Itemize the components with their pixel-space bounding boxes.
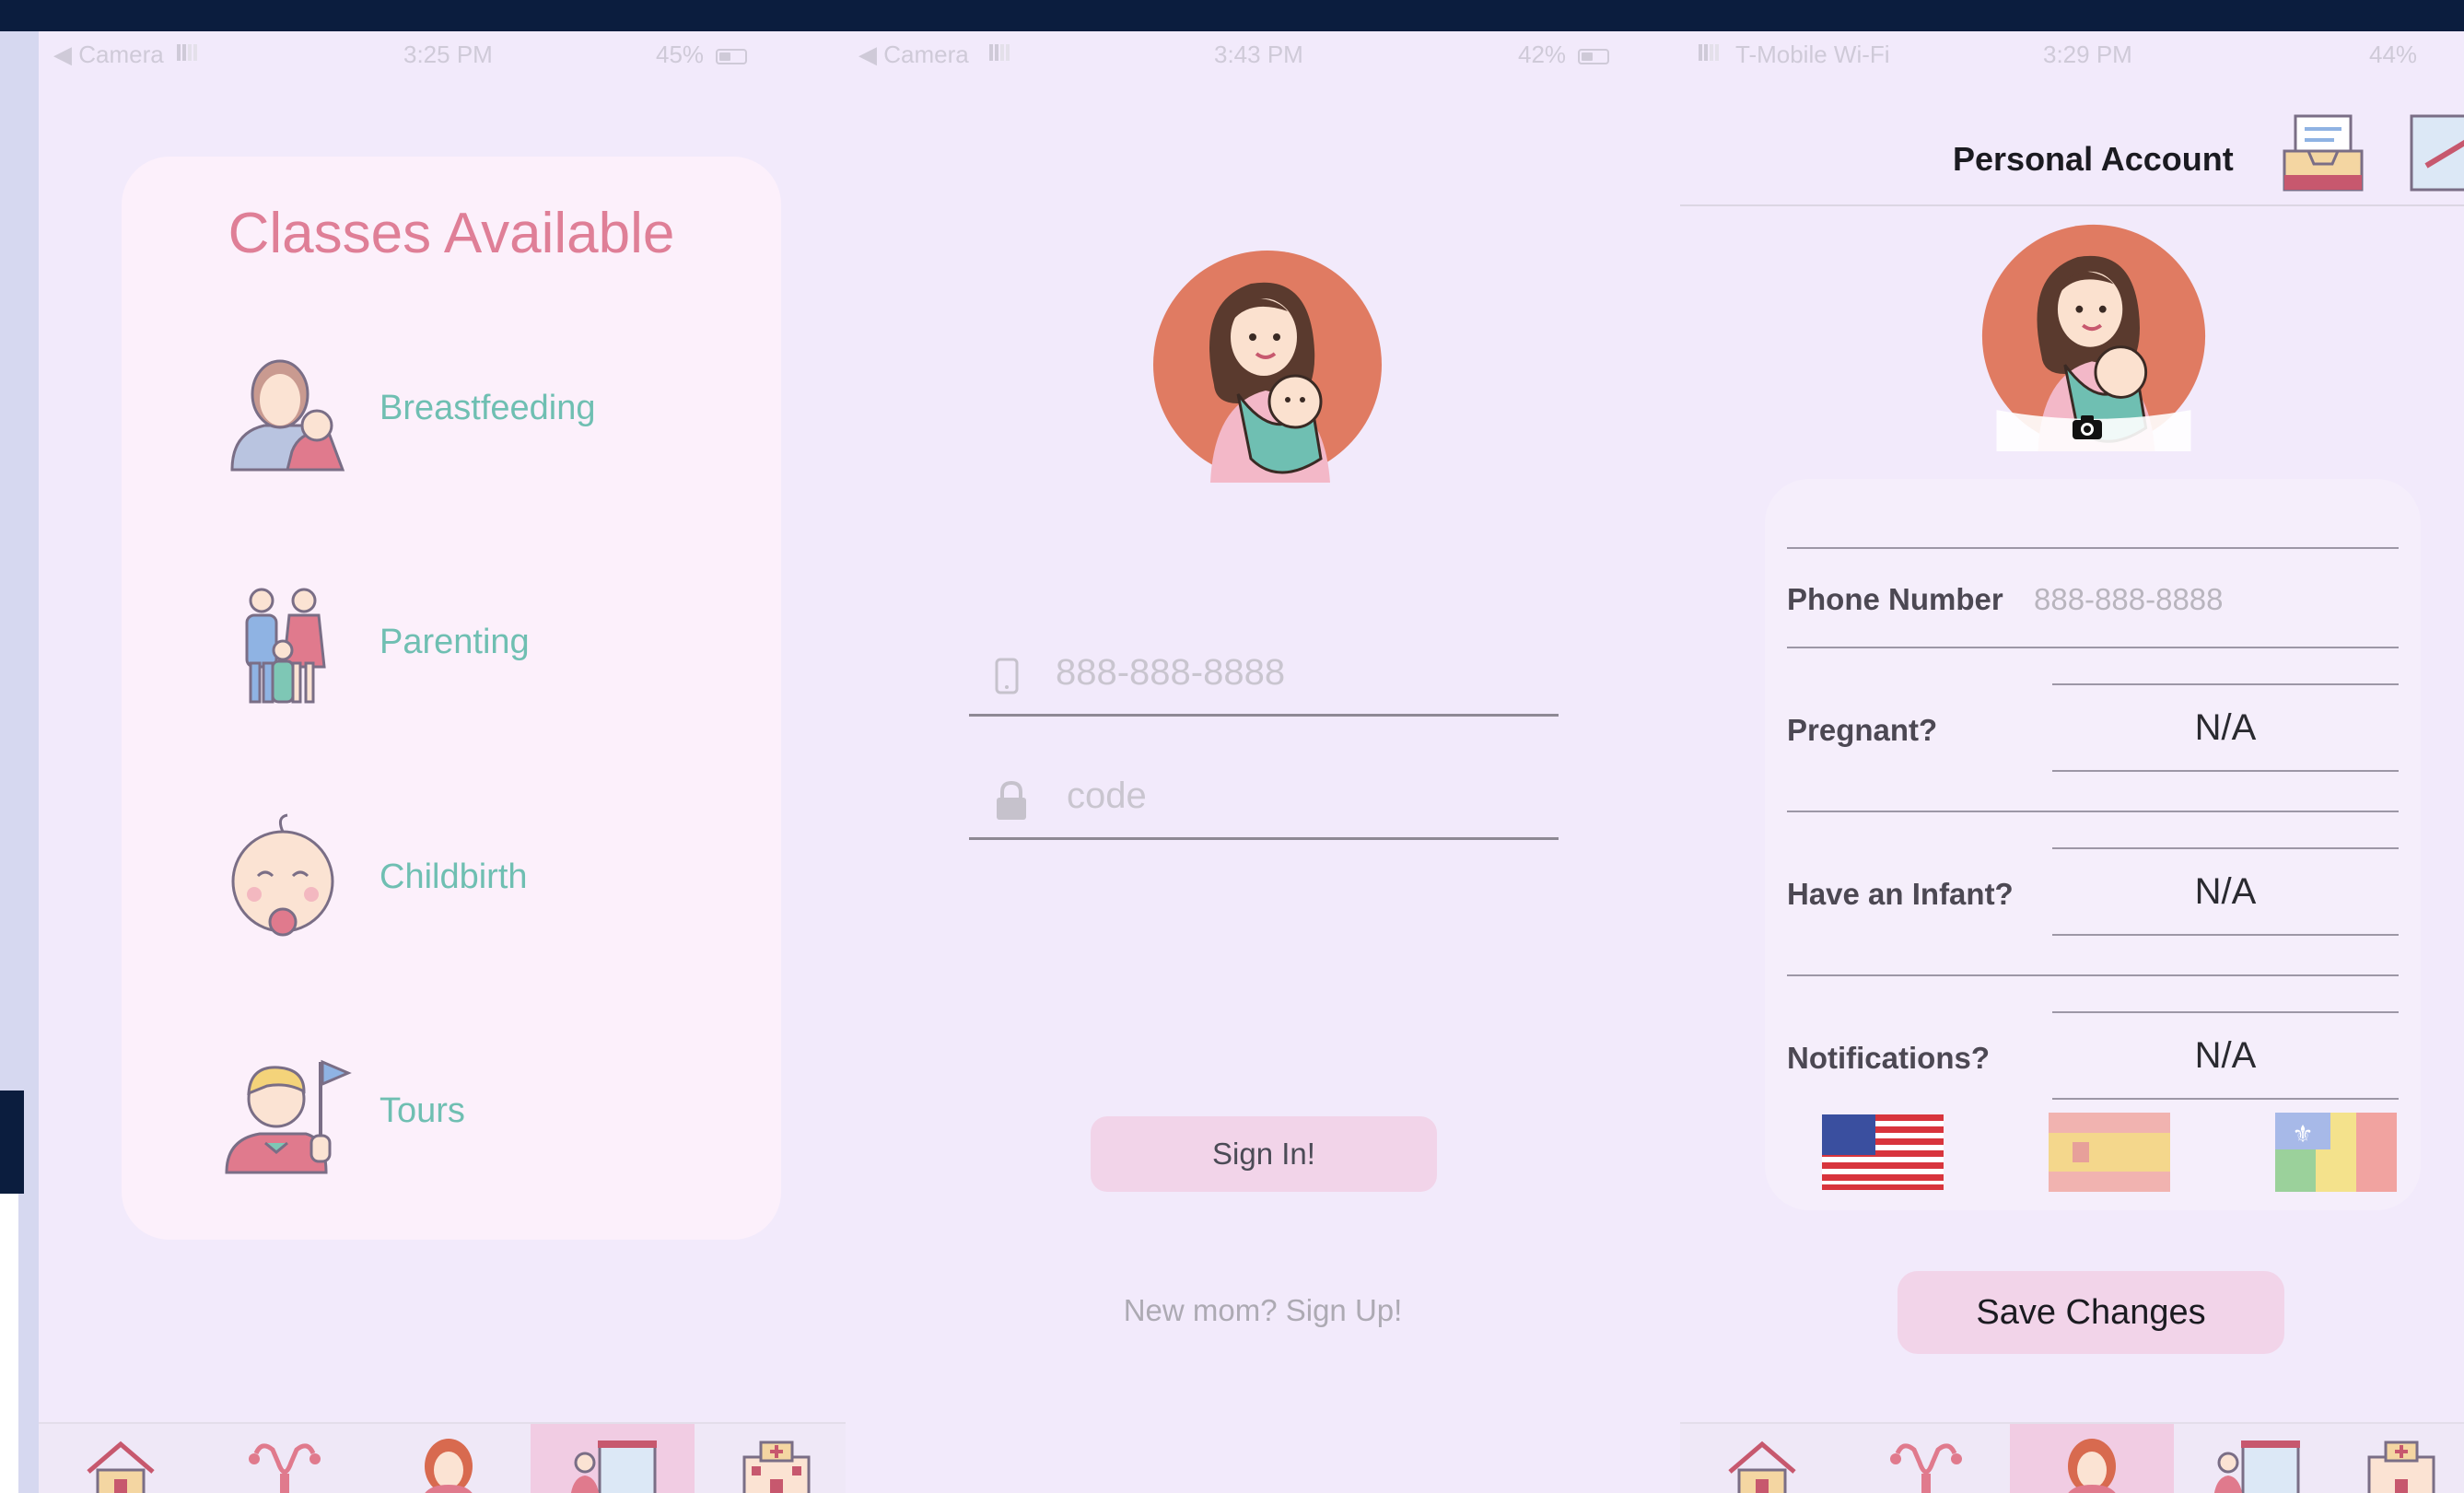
tab-uterus[interactable] (203, 1424, 367, 1493)
hospital-icon (742, 1441, 811, 1493)
window-title-bar (0, 0, 2464, 31)
class-item-label: Tours (380, 1091, 465, 1130)
phone-number-field[interactable]: 888-888-8888 (2034, 582, 2224, 617)
class-item-childbirth[interactable]: Childbirth (214, 810, 730, 948)
left-window-edge (0, 31, 39, 1493)
phone-placeholder: 888-888-8888 (1056, 652, 1286, 693)
edge-dark-strip (0, 1091, 24, 1194)
field-label: Phone Number (1787, 582, 2003, 616)
class-item-label: Parenting (380, 623, 530, 661)
tab-uterus[interactable] (1844, 1424, 2008, 1493)
tab-classroom[interactable] (2174, 1424, 2338, 1493)
divider (2052, 1098, 2399, 1100)
edge-white-strip (0, 1194, 18, 1493)
status-time: 3:43 PM (1214, 41, 1303, 68)
save-changes-button[interactable]: Save Changes (1898, 1271, 2284, 1354)
divider (1787, 974, 2399, 976)
battery-percent: 45% (656, 41, 705, 68)
mother-icon (425, 1439, 473, 1493)
inbox-icon[interactable] (2281, 111, 2365, 193)
field-label: Have an Infant? (1787, 877, 2014, 911)
divider (2052, 847, 2399, 849)
signin-button[interactable]: Sign In! (1091, 1116, 1437, 1192)
status-carrier: ◀ Camera (858, 41, 969, 68)
camera-icon[interactable] (2071, 414, 2104, 441)
profile-form-card: Phone Number 888-888-8888 Pregnant? N/A … (1765, 479, 2421, 1210)
infant-select[interactable]: N/A (2052, 871, 2399, 913)
class-item-label: Childbirth (380, 857, 528, 896)
notifications-select[interactable]: N/A (2052, 1035, 2399, 1077)
pregnant-select[interactable]: N/A (2052, 707, 2399, 749)
field-label: Pregnant? (1787, 713, 1938, 747)
status-carrier: ◀ Camera (53, 41, 164, 68)
classes-screen: ◀ Camera 3:25 PM 45% Classes Available B… (39, 31, 846, 1493)
login-screen: ◀ Camera 3:43 PM 42% 888-888-8888 code S… (846, 31, 1680, 1493)
tab-home[interactable] (39, 1424, 203, 1493)
classes-title: Classes Available (228, 202, 675, 265)
divider (2052, 1011, 2399, 1013)
home-icon (87, 1441, 155, 1493)
battery-percent: 42% (1518, 41, 1567, 68)
tab-hospital[interactable] (2338, 1424, 2464, 1493)
mother-with-baby-avatar (1153, 251, 1382, 483)
class-item-tours[interactable]: Tours (214, 1044, 730, 1182)
svg-text:⚜: ⚜ (2292, 1121, 2313, 1149)
divider (1787, 647, 2399, 648)
tab-classroom[interactable] (531, 1424, 695, 1493)
classes-card: Classes Available Breastfeeding Parentin… (122, 157, 781, 1240)
battery-icon (716, 49, 748, 64)
tab-home[interactable] (1680, 1424, 1844, 1493)
code-placeholder: code (1067, 776, 1147, 816)
phone-icon (995, 658, 1019, 694)
status-carrier: T-Mobile Wi-Fi (1735, 41, 1890, 68)
field-label: Notifications? (1787, 1041, 1990, 1075)
mother-icon (2068, 1439, 2116, 1493)
tab-bar (1680, 1422, 2464, 1493)
signal-icon (1699, 44, 1719, 61)
class-item-label: Breastfeeding (380, 389, 596, 427)
status-bar: ◀ Camera 3:43 PM 42% (846, 41, 1680, 77)
divider (2052, 683, 2399, 685)
haiti-french-flag-icon[interactable]: ⚜ (2275, 1111, 2397, 1194)
hospital-icon (2367, 1441, 2435, 1493)
tour-guide-icon (225, 1059, 352, 1174)
divider (2052, 934, 2399, 936)
account-header: Personal Account (1680, 105, 2464, 206)
tab-hospital[interactable] (695, 1424, 846, 1493)
tab-bar (39, 1422, 846, 1493)
signal-icon (177, 44, 197, 61)
home-icon (1728, 1441, 1796, 1493)
divider (1787, 547, 2399, 549)
edit-board-icon[interactable] (2408, 111, 2464, 193)
status-bar: T-Mobile Wi-Fi 3:29 PM 44% (1680, 41, 2464, 77)
tab-mother[interactable] (2010, 1424, 2174, 1493)
class-item-breastfeeding[interactable]: Breastfeeding (214, 341, 730, 479)
battery-percent: 44% (2369, 41, 2418, 68)
class-item-parenting[interactable]: Parenting (214, 575, 730, 713)
classroom-icon (570, 1441, 657, 1493)
uterus-icon (1890, 1443, 1962, 1493)
baby-face-icon (231, 813, 334, 937)
phone-input[interactable]: 888-888-8888 (969, 632, 1559, 717)
battery-icon (1578, 49, 1610, 64)
uterus-icon (249, 1443, 321, 1493)
signup-link[interactable]: New mom? Sign Up! (846, 1293, 1680, 1328)
family-icon (245, 588, 326, 704)
classroom-icon (2213, 1441, 2300, 1493)
status-time: 3:25 PM (403, 41, 493, 68)
code-input[interactable]: code (969, 755, 1559, 840)
divider (2052, 770, 2399, 772)
personal-account-screen: T-Mobile Wi-Fi 3:29 PM 44% Personal Acco… (1680, 31, 2464, 1493)
status-time: 3:29 PM (2043, 41, 2132, 68)
breastfeeding-icon (230, 359, 345, 472)
signal-icon (989, 44, 1010, 61)
tab-mother[interactable] (367, 1424, 531, 1493)
us-flag-icon[interactable] (1822, 1111, 1944, 1194)
page-title: Personal Account (1953, 140, 2234, 178)
divider (1787, 811, 2399, 812)
status-bar: ◀ Camera 3:25 PM 45% (39, 41, 846, 77)
lock-icon (997, 781, 1026, 820)
spain-flag-icon[interactable] (2049, 1111, 2170, 1194)
